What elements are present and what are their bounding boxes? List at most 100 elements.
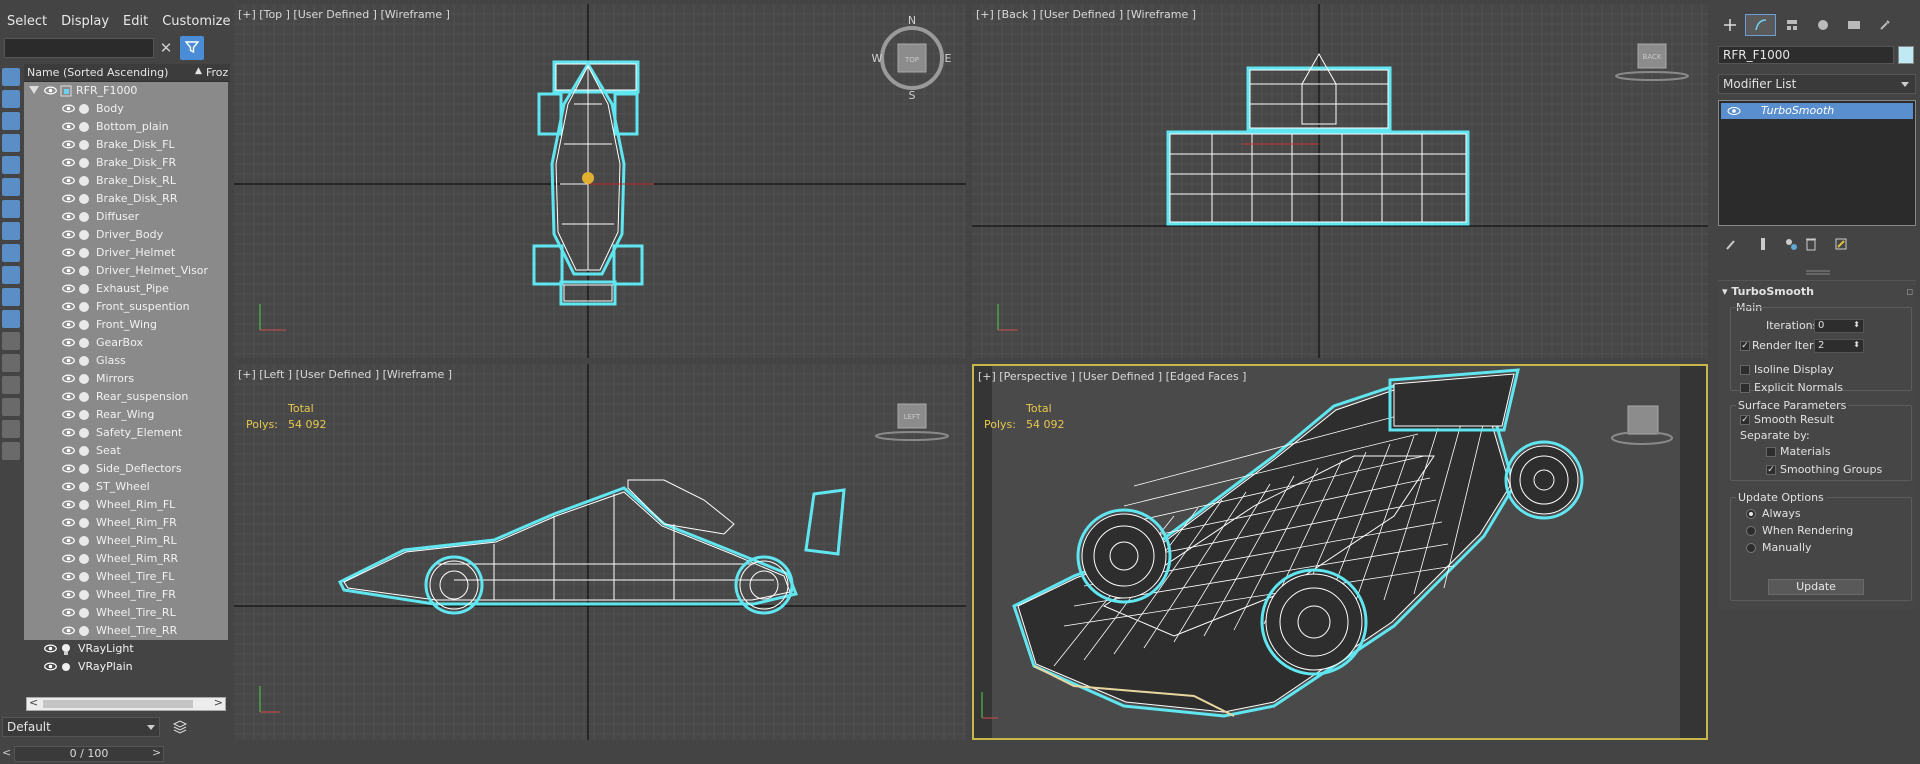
scroll-left-icon[interactable]: < [29,696,38,709]
materials-checkbox[interactable] [1766,447,1776,457]
layers-icon[interactable] [172,719,188,735]
tree-row[interactable]: VRayLight [24,640,228,658]
layer-explorer-icon[interactable] [2,442,20,460]
tree-horizontal-scrollbar[interactable]: < > [26,696,226,711]
tree-row[interactable]: Brake_Disk_RL [24,172,228,190]
modify-tab-icon[interactable] [1745,14,1776,36]
eye-icon[interactable] [62,157,75,168]
tree-root-row[interactable]: RFR_F1000 [24,82,228,100]
display-shapes-icon[interactable] [2,90,20,108]
always-radio[interactable] [1746,509,1756,519]
eye-icon[interactable] [62,319,75,330]
iterations-spinner[interactable]: 0 ⬍ [1814,319,1864,333]
tree-row[interactable]: Wheel_Tire_RL [24,604,228,622]
viewport-label[interactable]: [+] [Left ] [User Defined ] [Wireframe ] [238,368,452,381]
render-iters-spinner[interactable]: 2 ⬍ [1814,339,1864,353]
configure-sets-icon[interactable] [1834,236,1848,252]
motion-tab-icon[interactable] [1807,14,1838,36]
sync-selection-icon[interactable] [2,398,20,416]
layer-dropdown[interactable]: Default [2,717,160,737]
tree-row[interactable]: Rear_suspension [24,388,228,406]
eye-icon[interactable] [44,85,57,96]
timeline-next-icon[interactable]: > [152,746,162,762]
tree-row[interactable]: Wheel_Rim_FL [24,496,228,514]
tree-row[interactable]: Safety_Element [24,424,228,442]
display-hidden-icon[interactable] [2,310,20,328]
tree-row[interactable]: Diffuser [24,208,228,226]
display-helpers-icon[interactable] [2,156,20,174]
eye-icon[interactable] [62,301,75,312]
update-button[interactable]: Update [1768,579,1864,595]
time-slider[interactable]: 0 / 100 [14,746,164,762]
hscroll-thumb[interactable] [43,700,193,708]
smoothing-groups-checkbox[interactable]: ✓ [1766,465,1776,475]
eye-icon[interactable] [62,589,75,600]
filter-icon[interactable] [180,36,204,60]
object-name-field[interactable]: RFR_F1000 [1718,46,1894,64]
tree-row[interactable]: Glass [24,352,228,370]
show-end-result-icon[interactable] [1756,236,1770,252]
display-spacewarps-icon[interactable] [2,178,20,196]
frozen-column-header[interactable]: Froz [206,66,228,79]
create-tab-icon[interactable] [1714,14,1745,36]
eye-icon[interactable] [44,643,57,654]
object-color-swatch[interactable] [1898,46,1914,64]
tree-row[interactable]: Mirrors [24,370,228,388]
remove-modifier-icon[interactable] [1804,236,1818,252]
filter-toggle-icon[interactable] [2,420,20,438]
tree-row[interactable]: GearBox [24,334,228,352]
tree-row[interactable]: Driver_Helmet_Visor [24,262,228,280]
tree-row[interactable]: Rear_Wing [24,406,228,424]
tree-row[interactable]: Driver_Body [24,226,228,244]
tree-row[interactable]: Wheel_Tire_FL [24,568,228,586]
eye-icon[interactable] [62,121,75,132]
eye-icon[interactable] [62,409,75,420]
tree-row[interactable]: Brake_Disk_FL [24,136,228,154]
pin-stack-icon[interactable] [1724,236,1738,252]
hierarchy-tab-icon[interactable] [1776,14,1807,36]
tree-row[interactable]: Bottom_plain [24,118,228,136]
eye-icon[interactable] [62,517,75,528]
viewport-perspective[interactable]: [+] [Perspective ] [User Defined ] [Edge… [972,364,1708,740]
display-bones-icon[interactable] [2,244,20,262]
eye-icon[interactable] [62,265,75,276]
clear-search-icon[interactable]: ✕ [158,38,174,58]
eye-icon[interactable] [62,625,75,636]
rollout-menu-icon[interactable]: ▫ [1906,285,1913,298]
eye-icon[interactable] [62,175,75,186]
display-tab-icon[interactable] [1838,14,1869,36]
when-rendering-radio[interactable] [1746,526,1756,536]
smooth-result-checkbox[interactable]: ✓ [1740,415,1750,425]
tree-row[interactable]: ST_Wheel [24,478,228,496]
name-column-header[interactable]: Name (Sorted Ascending) [27,66,168,79]
eye-icon[interactable] [62,355,75,366]
viewport-back[interactable]: [+] [Back ] [User Defined ] [Wireframe ]… [972,4,1708,358]
menu-display[interactable]: Display [54,12,116,32]
manually-radio[interactable] [1746,543,1756,553]
eye-icon[interactable] [62,607,75,618]
make-unique-icon[interactable] [1784,236,1798,252]
eye-icon[interactable] [62,337,75,348]
eye-icon[interactable] [62,283,75,294]
display-geometry-icon[interactable] [2,68,20,86]
display-lights-icon[interactable] [2,112,20,130]
menu-select[interactable]: Select [0,12,54,32]
eye-icon[interactable] [62,481,75,492]
viewport-label[interactable]: [+] [Top ] [User Defined ] [Wireframe ] [238,8,450,21]
isoline-checkbox[interactable] [1740,365,1750,375]
display-invert-icon[interactable] [2,376,20,394]
tree-row[interactable]: Wheel_Tire_FR [24,586,228,604]
modifier-list-dropdown[interactable]: Modifier List [1718,74,1916,94]
panel-divider-handle[interactable] [1806,270,1830,276]
display-containers-icon[interactable] [2,266,20,284]
eye-icon[interactable] [62,499,75,510]
eye-icon[interactable] [62,445,75,456]
display-all-icon[interactable] [2,332,20,350]
viewport-label[interactable]: [+] [Back ] [User Defined ] [Wireframe ] [976,8,1196,21]
tree-row[interactable]: Brake_Disk_RR [24,190,228,208]
menu-edit[interactable]: Edit [116,12,155,32]
search-input[interactable] [4,38,154,58]
timeline-prev-icon[interactable]: < [2,746,12,762]
display-groups-icon[interactable] [2,200,20,218]
tree-row[interactable]: Seat [24,442,228,460]
